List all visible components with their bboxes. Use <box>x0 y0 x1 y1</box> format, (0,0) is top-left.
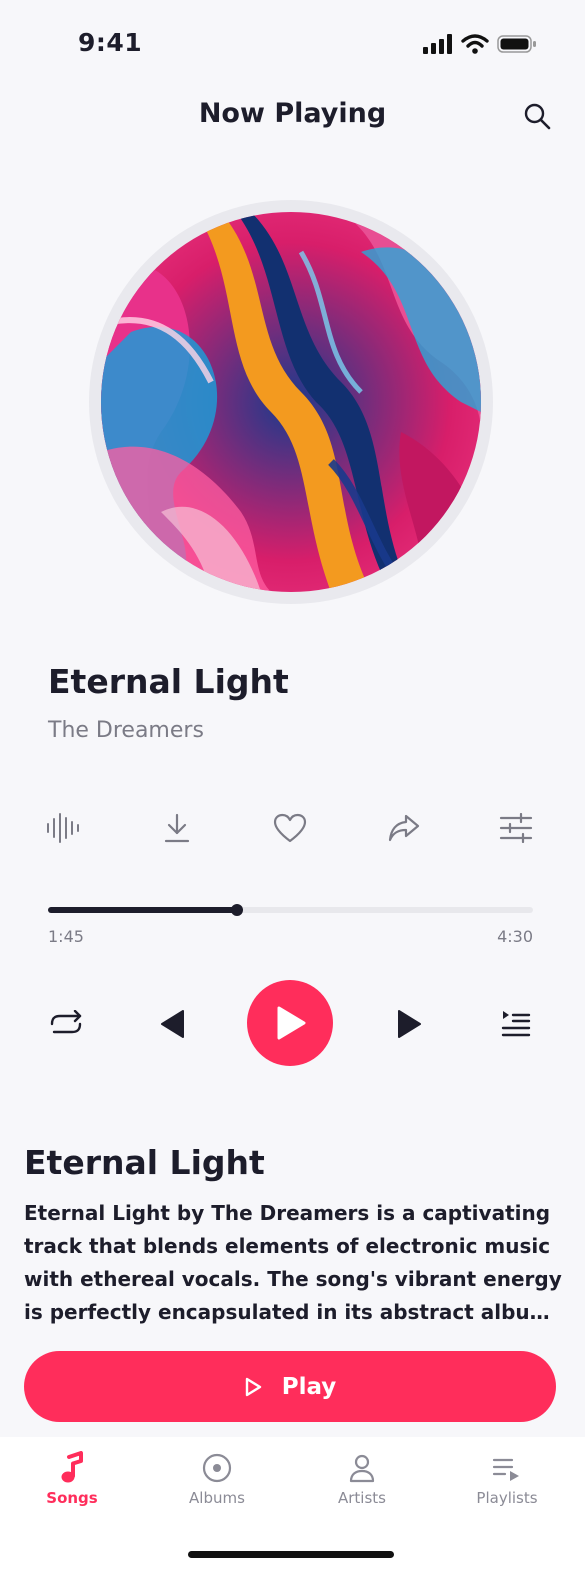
playback-controls <box>0 980 585 1068</box>
repeat-button[interactable] <box>44 1002 88 1046</box>
progress-knob[interactable] <box>230 904 243 916</box>
time-total: 4:30 <box>497 927 533 946</box>
tab-songs[interactable]: Songs <box>17 1451 127 1507</box>
tab-label: Songs <box>46 1489 98 1507</box>
search-button[interactable] <box>521 100 553 132</box>
battery-icon <box>497 35 536 53</box>
album-cover-art <box>101 212 481 592</box>
home-indicator <box>188 1551 394 1558</box>
download-icon <box>164 813 190 843</box>
music-note-icon <box>61 1451 83 1483</box>
waveform-button[interactable] <box>42 806 86 850</box>
track-actions <box>0 806 585 850</box>
play-outline-icon <box>245 1377 261 1396</box>
heart-icon <box>273 813 307 843</box>
status-icons <box>423 34 537 54</box>
status-bar: 9:41 <box>0 0 585 90</box>
play-button-label: Play <box>281 1373 337 1400</box>
share-icon <box>388 814 420 842</box>
play-pause-button[interactable] <box>247 980 333 1066</box>
tab-label: Playlists <box>476 1489 538 1507</box>
download-button[interactable] <box>155 806 199 850</box>
track-title: Eternal Light <box>48 662 289 701</box>
time-elapsed: 1:45 <box>48 927 84 946</box>
track-artist: The Dreamers <box>48 718 204 743</box>
next-icon <box>398 1010 421 1038</box>
tab-playlists[interactable]: Playlists <box>452 1451 562 1507</box>
progress-bar[interactable] <box>48 904 533 916</box>
about-description: Eternal Light by The Dreamers is a capti… <box>24 1201 562 1324</box>
equalizer-button[interactable] <box>494 806 538 850</box>
search-icon <box>524 103 551 130</box>
play-button[interactable]: Play <box>24 1351 556 1422</box>
previous-icon <box>161 1010 184 1038</box>
play-icon <box>277 1006 306 1040</box>
next-button[interactable] <box>388 1002 432 1046</box>
tab-label: Artists <box>338 1489 386 1507</box>
queue-button[interactable] <box>494 1002 538 1046</box>
signal-icon <box>423 34 452 54</box>
playlist-icon <box>492 1458 519 1481</box>
share-button[interactable] <box>382 806 426 850</box>
wifi-icon <box>461 34 489 54</box>
disc-icon <box>202 1453 232 1483</box>
tab-label: Albums <box>189 1489 245 1507</box>
page-title: Now Playing <box>198 98 387 129</box>
album-cover-frame <box>89 200 493 604</box>
tab-bar: Songs Albums Artists Playlists <box>0 1437 585 1581</box>
favorite-button[interactable] <box>268 806 312 850</box>
equalizer-icon <box>499 813 533 843</box>
tab-albums[interactable]: Albums <box>162 1451 272 1507</box>
status-time: 9:41 <box>78 28 143 57</box>
tab-artists[interactable]: Artists <box>307 1451 417 1507</box>
queue-icon <box>501 1011 531 1037</box>
repeat-icon <box>50 1010 82 1034</box>
waveform-icon <box>47 813 79 843</box>
previous-button[interactable] <box>150 1002 194 1046</box>
about-title: Eternal Light <box>24 1143 265 1182</box>
person-icon <box>349 1454 375 1483</box>
progress-fill <box>48 907 237 913</box>
